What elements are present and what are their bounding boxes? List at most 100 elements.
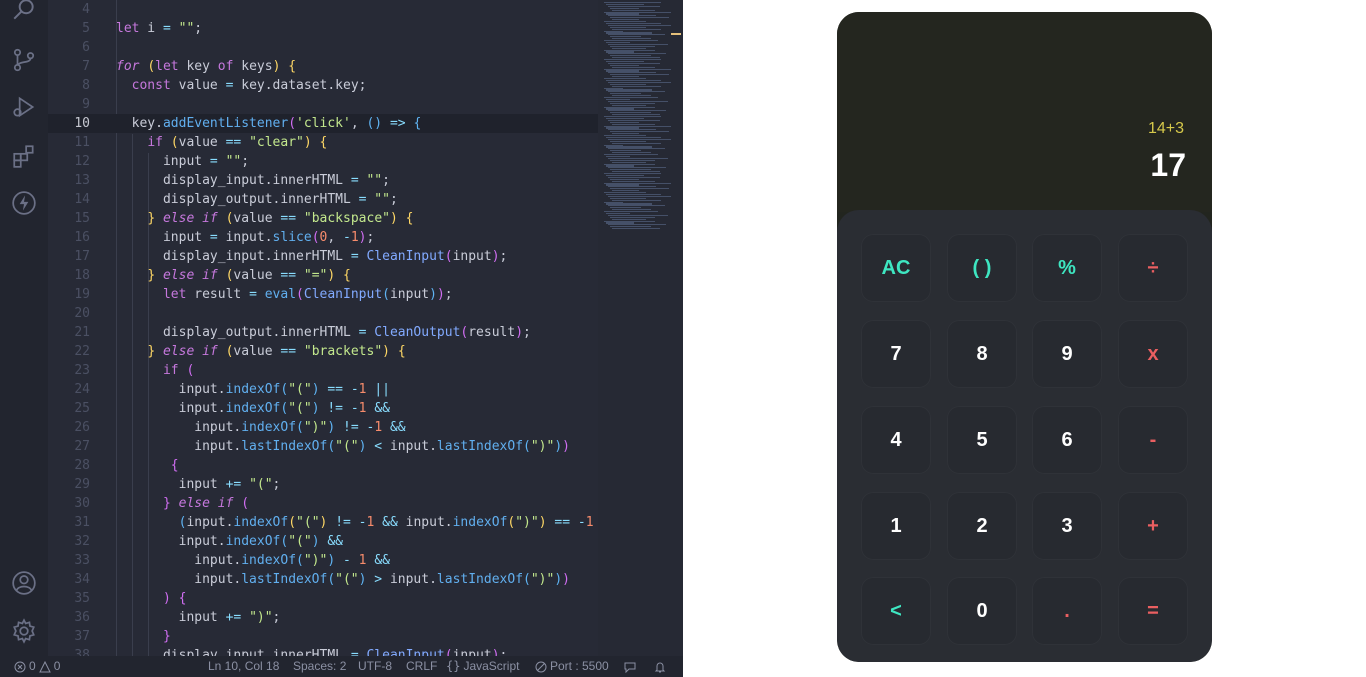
code-line[interactable]: 14 display_output.innerHTML = "";: [48, 190, 598, 209]
activity-bar: [0, 0, 48, 656]
notifications-bell-icon[interactable]: [654, 656, 666, 677]
code-line[interactable]: 30 } else if (: [48, 494, 598, 513]
code-line[interactable]: 36 input += ")";: [48, 608, 598, 627]
line-number: 7: [82, 59, 90, 74]
code-line[interactable]: 21 display_output.innerHTML = CleanOutpu…: [48, 323, 598, 342]
code-line[interactable]: 12 input = "";: [48, 152, 598, 171]
line-number: 30: [74, 496, 90, 511]
code-line[interactable]: 18 } else if (value == "=") {: [48, 266, 598, 285]
code-line[interactable]: 7 for (let key of keys) {: [48, 57, 598, 76]
key-9[interactable]: 5: [947, 406, 1017, 474]
line-source: display_input.innerHTML = "";: [116, 173, 390, 188]
problems-indicator[interactable]: 0 0: [14, 656, 60, 677]
cursor-position[interactable]: Ln 10, Col 18: [208, 656, 279, 677]
line-source: input.indexOf("(") &&: [116, 534, 343, 549]
extensions-icon[interactable]: [10, 142, 38, 170]
code-line[interactable]: 25 input.indexOf("(") != -1 &&: [48, 399, 598, 418]
code-line[interactable]: 37 }: [48, 627, 598, 646]
code-line[interactable]: 20: [48, 304, 598, 323]
key-13[interactable]: 2: [947, 492, 1017, 560]
no-entry-icon: [535, 661, 547, 672]
error-icon: [14, 661, 26, 672]
source-control-icon[interactable]: [10, 46, 38, 74]
line-source: }: [162, 629, 171, 644]
line-source: if (value == "clear") {: [147, 135, 328, 150]
code-line[interactable]: 31 (input.indexOf("(") != -1 && input.in…: [48, 513, 598, 532]
line-number: 25: [74, 401, 90, 416]
line-source: if (: [162, 363, 195, 378]
key-12[interactable]: 1: [861, 492, 931, 560]
run-debug-icon[interactable]: [10, 93, 38, 121]
key-18[interactable]: .: [1032, 577, 1102, 645]
account-icon[interactable]: [10, 569, 38, 597]
calculator-keypad: AC( )% ÷ 7 8 9 x 4 5 6- 1 2 3 + <0. =: [837, 210, 1212, 662]
code-line[interactable]: 28 {: [48, 456, 598, 475]
code-line[interactable]: 11 if (value == "clear") {: [48, 133, 598, 152]
indentation-setting[interactable]: Spaces: 2: [293, 656, 346, 677]
line-number: 34: [74, 572, 90, 587]
key-2[interactable]: %: [1032, 234, 1102, 302]
key-19[interactable]: =: [1118, 577, 1188, 645]
minimap[interactable]: [598, 0, 683, 656]
key-4[interactable]: 7: [861, 320, 931, 388]
feedback-icon[interactable]: [624, 656, 636, 677]
code-line[interactable]: 27 input.lastIndexOf("(") < input.lastIn…: [48, 437, 598, 456]
line-number: 28: [74, 458, 90, 473]
live-server-port[interactable]: Port : 5500: [535, 656, 609, 677]
live-share-icon[interactable]: [10, 189, 38, 217]
key-8[interactable]: 4: [861, 406, 931, 474]
code-editor[interactable]: 4 5 let i = ""; 6 7 for (let key of keys) {8 …: [48, 0, 598, 656]
key-0[interactable]: AC: [861, 234, 931, 302]
key-6[interactable]: 9: [1032, 320, 1102, 388]
status-bar: 0 0 Ln 10, Col 18 Spaces: 2 UTF-8 CRLF {…: [0, 656, 683, 677]
line-number: 4: [82, 2, 90, 17]
code-editor-window: 4 5 let i = ""; 6 7 for (let key of keys) {8 …: [0, 0, 683, 677]
code-line[interactable]: 10 key.addEventListener('click', () => {: [48, 114, 598, 133]
key-3[interactable]: ÷: [1118, 234, 1188, 302]
encoding-setting[interactable]: UTF-8: [358, 656, 392, 677]
key-17[interactable]: 0: [947, 577, 1017, 645]
code-line[interactable]: 22 } else if (value == "brackets") {: [48, 342, 598, 361]
code-line[interactable]: 5 let i = "";: [48, 19, 598, 38]
code-line[interactable]: 13 display_input.innerHTML = "";: [48, 171, 598, 190]
language-mode[interactable]: {} JavaScript: [446, 656, 519, 677]
code-line[interactable]: 16 input = input.slice(0, -1);: [48, 228, 598, 247]
warning-icon: [38, 660, 51, 672]
key-1[interactable]: ( ): [947, 234, 1017, 302]
code-line[interactable]: 29 input += "(";: [48, 475, 598, 494]
code-line[interactable]: 17 display_input.innerHTML = CleanInput(…: [48, 247, 598, 266]
settings-gear-icon[interactable]: [10, 617, 38, 645]
code-line[interactable]: 26 input.indexOf(")") != -1 &&: [48, 418, 598, 437]
key-16[interactable]: <: [861, 577, 931, 645]
code-line[interactable]: 19 let result = eval(CleanInput(input));: [48, 285, 598, 304]
key-11[interactable]: -: [1118, 406, 1188, 474]
code-line[interactable]: 15 } else if (value == "backspace") {: [48, 209, 598, 228]
line-number: 9: [82, 97, 90, 112]
code-line[interactable]: 33 input.indexOf(")") - 1 &&: [48, 551, 598, 570]
code-line[interactable]: 32 input.indexOf("(") &&: [48, 532, 598, 551]
code-line[interactable]: 4: [48, 0, 598, 19]
code-line[interactable]: 24 input.indexOf("(") == -1 ||: [48, 380, 598, 399]
line-number: 17: [74, 249, 90, 264]
line-number: 18: [74, 268, 90, 283]
port-label: Port : 5500: [550, 659, 609, 673]
code-line[interactable]: 6: [48, 38, 598, 57]
code-line[interactable]: 8 const value = key.dataset.key;: [48, 76, 598, 95]
line-number: 19: [74, 287, 90, 302]
code-line[interactable]: 38 display_input.innerHTML = CleanInput(…: [48, 646, 598, 656]
line-number: 37: [74, 629, 90, 644]
line-source: } else if (value == "=") {: [147, 268, 351, 283]
code-line[interactable]: 34 input.lastIndexOf("(") > input.lastIn…: [48, 570, 598, 589]
eol-setting[interactable]: CRLF: [406, 656, 437, 677]
line-source: } else if (value == "backspace") {: [147, 211, 414, 226]
key-15[interactable]: +: [1118, 492, 1188, 560]
code-line[interactable]: 35 ) {: [48, 589, 598, 608]
key-14[interactable]: 3: [1032, 492, 1102, 560]
code-line[interactable]: 9: [48, 95, 598, 114]
key-5[interactable]: 8: [947, 320, 1017, 388]
key-7[interactable]: x: [1118, 320, 1188, 388]
key-10[interactable]: 6: [1032, 406, 1102, 474]
line-source: input = "";: [116, 154, 250, 169]
code-line[interactable]: 23 if (: [48, 361, 598, 380]
search-icon[interactable]: [10, 0, 38, 24]
